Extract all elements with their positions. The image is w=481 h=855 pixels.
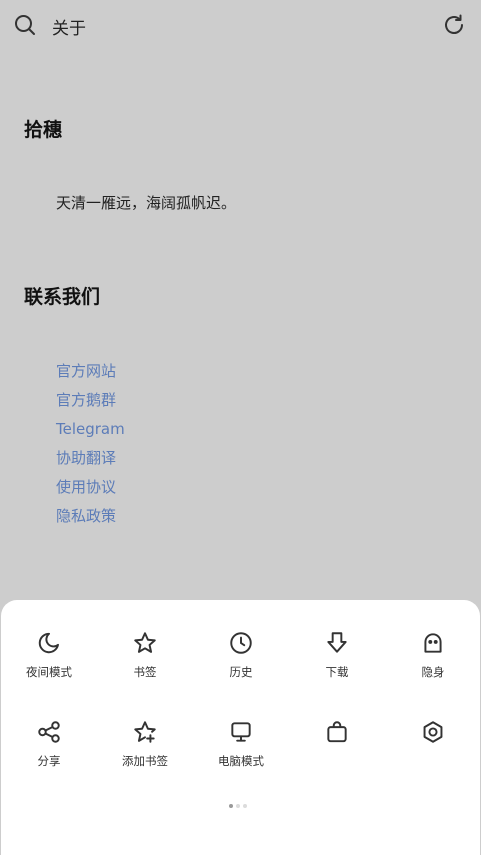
link-official-website[interactable]: 官方网站 (56, 358, 125, 387)
settings-icon (423, 721, 443, 743)
page-indicator (229, 793, 250, 812)
menu-item-share[interactable]: 分享 (1, 719, 97, 769)
download-icon (327, 632, 347, 653)
ghost-icon (424, 633, 442, 653)
link-official-group[interactable]: 官方鹅群 (56, 387, 125, 416)
page-title: 关于 (52, 19, 86, 39)
contact-links: 官方网站 官方鹅群 Telegram 协助翻译 使用协议 隐私政策 (56, 358, 125, 532)
menu-item-night-mode[interactable]: 夜间模式 (1, 630, 97, 680)
menu-item-label: 隐身 (421, 665, 445, 679)
menu-item-download[interactable]: 下载 (289, 630, 385, 680)
moon-icon (38, 632, 59, 654)
star-icon (134, 632, 156, 653)
menu-item-bag[interactable] (289, 719, 385, 769)
link-telegram[interactable]: Telegram (56, 416, 125, 445)
add-bookmark-icon (134, 721, 156, 743)
menu-item-label (385, 753, 481, 769)
menu-item-label (289, 753, 385, 769)
page-dot (243, 804, 247, 808)
link-help-translate[interactable]: 协助翻译 (56, 445, 125, 474)
page-dot (236, 804, 240, 808)
menu-item-history[interactable]: 历史 (193, 630, 289, 680)
refresh-icon[interactable] (442, 13, 466, 37)
search-icon[interactable] (13, 13, 37, 37)
menu-item-label: 分享 (37, 754, 61, 768)
clock-icon (230, 632, 252, 654)
menu-item-label: 下载 (325, 665, 349, 679)
contact-heading: 联系我们 (24, 286, 101, 308)
desktop-icon (231, 722, 251, 742)
menu-item-label: 书签 (133, 665, 157, 679)
link-privacy-policy[interactable]: 隐私政策 (56, 503, 125, 532)
app-name-heading: 拾穗 (24, 119, 63, 141)
menu-item-settings[interactable] (385, 719, 481, 769)
share-icon (38, 721, 60, 743)
menu-item-desktop-mode[interactable]: 电脑模式 (193, 719, 289, 769)
slogan-text: 天清一雁远，海阔孤帆迟。 (56, 194, 237, 212)
menu-sheet: 夜间模式 书签 历史 下载 隐身 分享 添加书签 电脑模式 (1, 600, 480, 855)
menu-item-incognito[interactable]: 隐身 (385, 630, 481, 680)
menu-item-label: 添加书签 (122, 754, 168, 768)
menu-item-label: 夜间模式 (26, 665, 72, 679)
bag-icon (327, 721, 347, 743)
menu-item-label: 历史 (229, 665, 253, 679)
page-dot-active (229, 804, 233, 808)
top-bar: 关于 (0, 0, 481, 52)
menu-item-bookmarks[interactable]: 书签 (97, 630, 193, 680)
menu-item-label: 电脑模式 (218, 754, 264, 768)
link-terms-of-use[interactable]: 使用协议 (56, 474, 125, 503)
menu-item-add-bookmark[interactable]: 添加书签 (97, 719, 193, 769)
